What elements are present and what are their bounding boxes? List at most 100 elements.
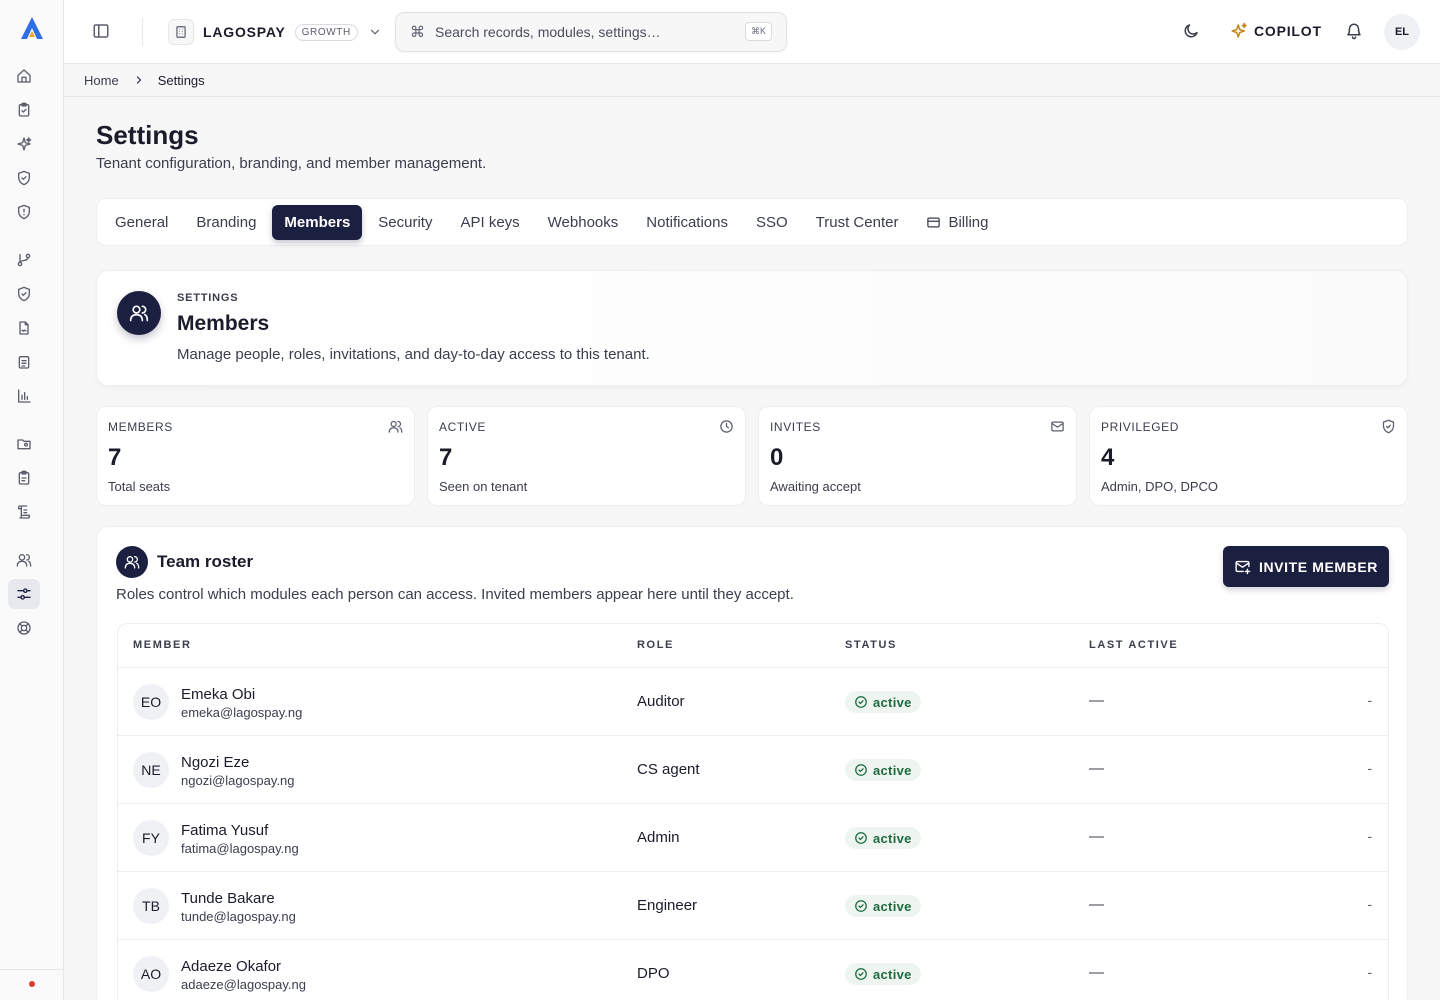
col-status[interactable]: STATUS [845, 639, 897, 651]
status-label: active [873, 830, 912, 846]
members-section-header: SETTINGS Members Manage people, roles, i… [96, 270, 1408, 386]
git-branch-icon[interactable] [14, 250, 34, 270]
tab-billing[interactable]: Billing [914, 205, 1000, 240]
member-avatar: TB [133, 888, 169, 924]
member-avatar: EO [133, 684, 169, 720]
settings-sliders-icon[interactable] [8, 579, 40, 609]
col-member[interactable]: MEMBER [133, 639, 192, 651]
row-actions[interactable]: - [1367, 828, 1372, 844]
tenant-switcher[interactable]: LAGOSPAY GROWTH [168, 18, 382, 46]
clipboard-check-icon[interactable] [14, 100, 34, 120]
last-active: — [1089, 760, 1104, 777]
chevron-down-icon [368, 25, 382, 39]
tab-general[interactable]: General [103, 205, 180, 240]
member-email: fatima@lagospay.ng [181, 841, 299, 856]
member-email: adaeze@lagospay.ng [181, 977, 306, 992]
check-circle-icon [855, 696, 867, 708]
home-icon[interactable] [14, 66, 34, 86]
tab-members[interactable]: Members [272, 204, 363, 240]
tab-security[interactable]: Security [366, 205, 444, 240]
stat-value: 4 [1101, 444, 1115, 471]
copilot-button[interactable]: COPILOT [1230, 22, 1322, 40]
page-title: Settings [96, 120, 199, 150]
users-icon [388, 419, 403, 434]
status-badge: active [845, 963, 921, 985]
stat-label: ACTIVE [439, 420, 486, 434]
row-actions[interactable]: - [1367, 692, 1372, 708]
shield-check-icon[interactable] [14, 168, 34, 188]
shield-alert-icon[interactable] [14, 202, 34, 222]
tab-sso[interactable]: SSO [744, 205, 800, 240]
app-logo[interactable] [20, 16, 44, 40]
table-row[interactable]: FY Fatima Yusuf fatima@lagospay.ng Admin… [118, 804, 1388, 872]
shield-check-icon[interactable] [14, 284, 34, 304]
tab-api-keys[interactable]: API keys [448, 205, 531, 240]
status-indicator-dot [29, 981, 35, 987]
invite-member-label: INVITE MEMBER [1258, 558, 1379, 575]
mail-icon [1050, 419, 1065, 434]
team-roster-card: Team roster Roles control which modules … [96, 526, 1408, 1000]
table-row[interactable]: TB Tunde Bakare tunde@lagospay.ng Engine… [118, 872, 1388, 940]
clipboard-list-icon[interactable] [14, 352, 34, 372]
status-label: active [873, 966, 912, 982]
member-role: Engineer [637, 897, 698, 914]
member-name: Fatima Yusuf [181, 822, 269, 839]
status-badge: active [845, 691, 921, 713]
member-name: Adaeze Okafor [181, 958, 282, 975]
col-role[interactable]: ROLE [637, 639, 674, 651]
tab-branding[interactable]: Branding [184, 205, 268, 240]
clock-icon [719, 419, 734, 434]
user-avatar[interactable]: EL [1384, 14, 1420, 50]
section-description: Manage people, roles, invitations, and d… [177, 346, 650, 363]
tab-trust-center[interactable]: Trust Center [804, 205, 911, 240]
status-label: active [873, 898, 912, 914]
check-circle-icon [855, 900, 867, 912]
table-row[interactable]: EO Emeka Obi emeka@lagospay.ng Auditor a… [118, 668, 1388, 736]
bar-chart-icon[interactable] [14, 386, 34, 406]
shield-check-icon [1381, 419, 1396, 434]
stat-label: INVITES [770, 420, 821, 434]
member-name: Tunde Bakare [181, 890, 275, 907]
sparkles-icon[interactable] [14, 134, 34, 154]
member-email: emeka@lagospay.ng [181, 705, 303, 720]
users-icon [116, 546, 148, 578]
check-circle-icon [855, 832, 867, 844]
last-active: — [1089, 896, 1104, 913]
check-circle-icon [855, 764, 867, 776]
users-icon[interactable] [14, 550, 34, 570]
row-actions[interactable]: - [1367, 760, 1372, 776]
top-bar: LAGOSPAY GROWTH ⌘ Search records, module… [64, 0, 1440, 64]
file-signature-icon[interactable] [14, 318, 34, 338]
tab-webhooks[interactable]: Webhooks [536, 205, 631, 240]
status-badge: active [845, 895, 921, 917]
col-last-active[interactable]: LAST ACTIVE [1089, 639, 1178, 651]
moon-icon[interactable] [1182, 22, 1200, 40]
table-row[interactable]: NE Ngozi Eze ngozi@lagospay.ng CS agent … [118, 736, 1388, 804]
stat-value: 0 [770, 444, 784, 471]
member-email: tunde@lagospay.ng [181, 909, 296, 924]
sidebar-toggle-icon[interactable] [92, 22, 110, 40]
command-icon: ⌘ [410, 24, 425, 41]
section-eyebrow: SETTINGS [177, 292, 239, 304]
help-lifebuoy-icon[interactable] [14, 618, 34, 638]
mail-plus-icon [1234, 558, 1251, 575]
stat-value: 7 [439, 444, 453, 471]
clipboard-icon[interactable] [14, 468, 34, 488]
scroll-icon[interactable] [14, 502, 34, 522]
stat-note: Awaiting accept [770, 479, 861, 494]
bell-icon[interactable] [1345, 22, 1363, 40]
row-actions[interactable]: - [1367, 896, 1372, 912]
member-avatar: NE [133, 752, 169, 788]
users-icon [117, 291, 161, 335]
breadcrumb-home[interactable]: Home [84, 73, 119, 88]
folder-user-icon[interactable] [14, 434, 34, 454]
table-row[interactable]: AO Adaeze Okafor adaeze@lagospay.ng DPO … [118, 940, 1388, 1000]
invite-member-button[interactable]: INVITE MEMBER [1223, 546, 1389, 587]
tab-notifications[interactable]: Notifications [634, 205, 740, 240]
status-label: active [873, 762, 912, 778]
credit-card-icon [926, 215, 941, 230]
row-actions[interactable]: - [1367, 964, 1372, 980]
last-active: — [1089, 692, 1104, 709]
global-search[interactable]: ⌘ Search records, modules, settings… ⌘K [395, 12, 787, 52]
member-avatar: AO [133, 956, 169, 992]
